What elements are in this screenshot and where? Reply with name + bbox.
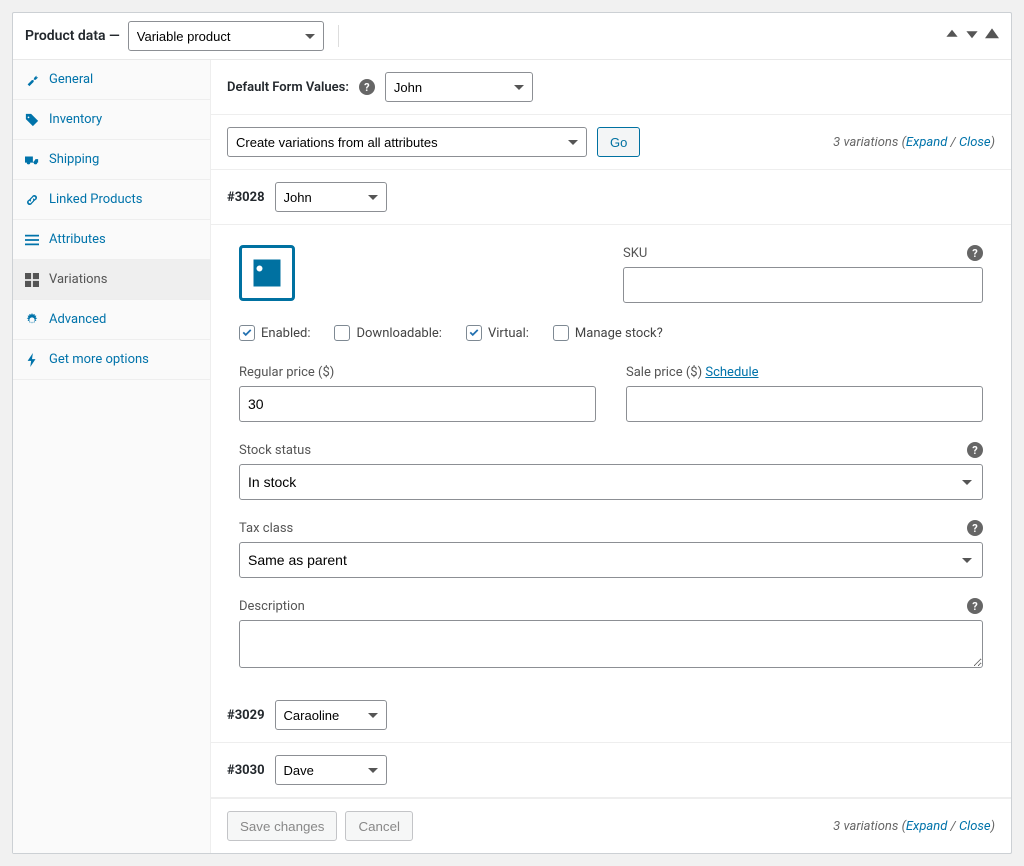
sale-price-input[interactable] (626, 386, 983, 422)
go-button[interactable]: Go (597, 127, 640, 157)
sidebar-item-label: Shipping (49, 152, 99, 167)
image-icon (249, 255, 285, 291)
variations-count-bottom: 3 variations (Expand / Close) (833, 819, 995, 834)
grid-icon (25, 273, 39, 287)
sidebar-item-linked[interactable]: Linked Products (13, 180, 210, 220)
panel-header: Product data — Variable product (13, 13, 1011, 60)
variation-attr-select[interactable]: Caraoline (275, 700, 387, 730)
sidebar-item-shipping[interactable]: Shipping (13, 140, 210, 180)
sku-input[interactable] (623, 267, 983, 303)
description-textarea[interactable] (239, 620, 983, 668)
description-label: Description ? (239, 598, 983, 614)
regular-price-label: Regular price ($) (239, 365, 596, 380)
variations-footer: Save changes Cancel 3 variations (Expand… (211, 798, 1011, 853)
product-type-select[interactable]: Variable product (128, 21, 324, 51)
link-icon (25, 193, 39, 207)
expand-link[interactable]: Expand (906, 819, 947, 834)
sku-label: SKU ? (623, 245, 983, 261)
variation-3028-body: SKU ? Enabled: Downloadable: (211, 225, 1011, 688)
sidebar-item-more[interactable]: Get more options (13, 340, 210, 380)
close-link[interactable]: Close (959, 135, 991, 150)
sidebar-item-attributes[interactable]: Attributes (13, 220, 210, 260)
variations-action-bar: Create variations from all attributes Go… (211, 115, 1011, 170)
variations-count-top: 3 variations (Expand / Close) (833, 135, 995, 150)
sidebar-item-label: Linked Products (49, 192, 142, 207)
wrench-icon (25, 73, 39, 87)
panel-down-icon[interactable] (965, 27, 979, 45)
lightning-icon (25, 353, 39, 367)
sale-price-label: Sale price ($) Schedule (626, 365, 983, 380)
variation-toggles: Enabled: Downloadable: Virtual: Manage s… (239, 325, 983, 341)
sidebar-item-label: Variations (49, 272, 107, 287)
help-icon[interactable]: ? (967, 598, 983, 614)
variation-id: #3028 (227, 190, 265, 205)
checkbox-icon (334, 325, 350, 341)
virtual-check[interactable]: Virtual: (466, 325, 529, 341)
help-icon[interactable]: ? (967, 520, 983, 536)
variation-attr-select[interactable]: Dave (275, 755, 387, 785)
stock-status-select[interactable]: In stock (239, 464, 983, 500)
help-icon[interactable]: ? (359, 79, 375, 95)
default-values-label: Default Form Values: (227, 80, 349, 95)
manage-stock-check[interactable]: Manage stock? (553, 325, 663, 341)
list-icon (25, 233, 39, 247)
sidebar-item-label: Inventory (49, 112, 102, 127)
sidebar-item-inventory[interactable]: Inventory (13, 100, 210, 140)
stock-status-label: Stock status ? (239, 442, 983, 458)
help-icon[interactable]: ? (967, 245, 983, 261)
enabled-check[interactable]: Enabled: (239, 325, 310, 341)
sidebar-item-label: Attributes (49, 232, 106, 247)
regular-price-input[interactable] (239, 386, 596, 422)
tax-class-label: Tax class ? (239, 520, 983, 536)
sidebar-item-label: Get more options (49, 352, 149, 367)
close-link[interactable]: Close (959, 819, 991, 834)
downloadable-check[interactable]: Downloadable: (334, 325, 441, 341)
variation-attr-select[interactable]: John (275, 182, 387, 212)
help-icon[interactable]: ? (967, 442, 983, 458)
gear-icon (25, 313, 39, 327)
tag-icon (25, 113, 39, 127)
expand-link[interactable]: Expand (906, 135, 947, 150)
sidebar-item-label: General (49, 72, 93, 87)
default-form-values: Default Form Values: ? John (211, 60, 1011, 115)
sidebar: General Inventory Shipping Linked Produc… (13, 60, 211, 853)
sidebar-item-advanced[interactable]: Advanced (13, 300, 210, 340)
truck-icon (25, 153, 39, 167)
checkbox-icon (553, 325, 569, 341)
panel-toggle-icon[interactable] (985, 27, 999, 45)
save-changes-button[interactable]: Save changes (227, 811, 337, 841)
product-data-panel: Product data — Variable product General … (12, 12, 1012, 854)
divider (338, 25, 339, 47)
panel-up-icon[interactable] (945, 27, 959, 45)
variation-3028-header[interactable]: #3028 John (211, 170, 1011, 225)
variation-image-placeholder[interactable] (239, 245, 295, 301)
schedule-link[interactable]: Schedule (705, 365, 758, 380)
variation-id: #3030 (227, 763, 265, 778)
tax-class-select[interactable]: Same as parent (239, 542, 983, 578)
cancel-button[interactable]: Cancel (345, 811, 413, 841)
sidebar-item-label: Advanced (49, 312, 106, 327)
sidebar-item-variations[interactable]: Variations (13, 260, 210, 300)
checkbox-icon (239, 325, 255, 341)
panel-header-controls (945, 27, 999, 45)
variation-id: #3029 (227, 708, 265, 723)
default-value-select[interactable]: John (385, 72, 533, 102)
variation-action-select[interactable]: Create variations from all attributes (227, 127, 587, 157)
panel-title: Product data — (25, 28, 120, 44)
main-content: Default Form Values: ? John Create varia… (211, 60, 1011, 853)
sidebar-item-general[interactable]: General (13, 60, 210, 100)
variation-3029-header[interactable]: #3029 Caraoline (211, 688, 1011, 743)
variation-3030-header[interactable]: #3030 Dave (211, 743, 1011, 798)
checkbox-icon (466, 325, 482, 341)
